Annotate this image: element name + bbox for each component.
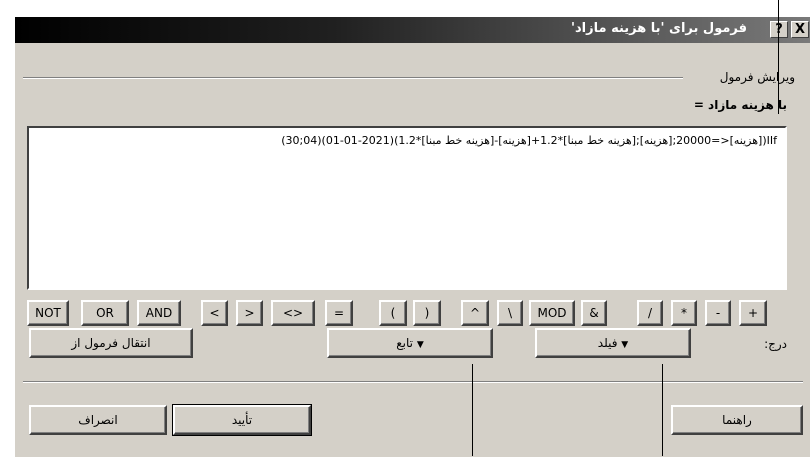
formula-field-label: با هزینه مازاد =: [693, 98, 787, 112]
close-paren-button[interactable]: ): [413, 300, 441, 326]
function-dropdown[interactable]: ▼ تابع: [327, 328, 493, 358]
not-equal-button[interactable]: <>: [271, 300, 315, 326]
close-button[interactable]: X: [791, 21, 809, 38]
slash-button[interactable]: /: [637, 300, 663, 326]
cancel-button[interactable]: انصراف: [29, 405, 167, 435]
insert-label: درج:: [764, 337, 787, 351]
field-dropdown[interactable]: ▼ فیلد: [535, 328, 691, 358]
window-title: فرمول برای 'با هزینه مازاد': [571, 21, 747, 36]
help-button[interactable]: راهنما: [671, 405, 803, 435]
plus-button[interactable]: +: [739, 300, 767, 326]
equals-button[interactable]: =: [325, 300, 353, 326]
multiply-button[interactable]: *: [671, 300, 697, 326]
formula-dialog: فرمول برای 'با هزینه مازاد' ? X ویرایش ف…: [14, 16, 810, 457]
bottom-divider: [23, 381, 803, 383]
ok-button[interactable]: تأیید: [172, 404, 312, 436]
or-button[interactable]: OR: [81, 300, 129, 326]
caret-button[interactable]: ^: [461, 300, 489, 326]
open-paren-button[interactable]: (: [379, 300, 407, 326]
field-dropdown-label: فیلد: [597, 336, 618, 350]
function-dropdown-label: تابع: [396, 336, 413, 350]
formula-editor[interactable]: IIf([هزینه]<=20000;[هزینه];[هزینه خط مبن…: [27, 126, 787, 290]
minus-button[interactable]: -: [705, 300, 731, 326]
mod-button[interactable]: MOD: [529, 300, 575, 326]
callout-line-top: [778, 0, 779, 114]
help-title-button[interactable]: ?: [770, 21, 788, 38]
section-divider: [23, 77, 683, 79]
greater-than-button[interactable]: >: [236, 300, 263, 326]
callout-line-function: [472, 364, 473, 456]
title-bar[interactable]: فرمول برای 'با هزینه مازاد' ? X: [15, 17, 810, 43]
chevron-down-icon: ▼: [416, 340, 424, 350]
section-title: ویرایش فرمول: [719, 70, 795, 84]
chevron-down-icon: ▼: [621, 340, 629, 350]
less-than-button[interactable]: <: [201, 300, 228, 326]
import-formula-button[interactable]: انتقال فرمول از: [29, 328, 193, 358]
and-button[interactable]: AND: [137, 300, 181, 326]
backslash-button[interactable]: \: [497, 300, 523, 326]
callout-line-field: [662, 364, 663, 456]
not-button[interactable]: NOT: [27, 300, 69, 326]
ampersand-button[interactable]: &: [581, 300, 607, 326]
